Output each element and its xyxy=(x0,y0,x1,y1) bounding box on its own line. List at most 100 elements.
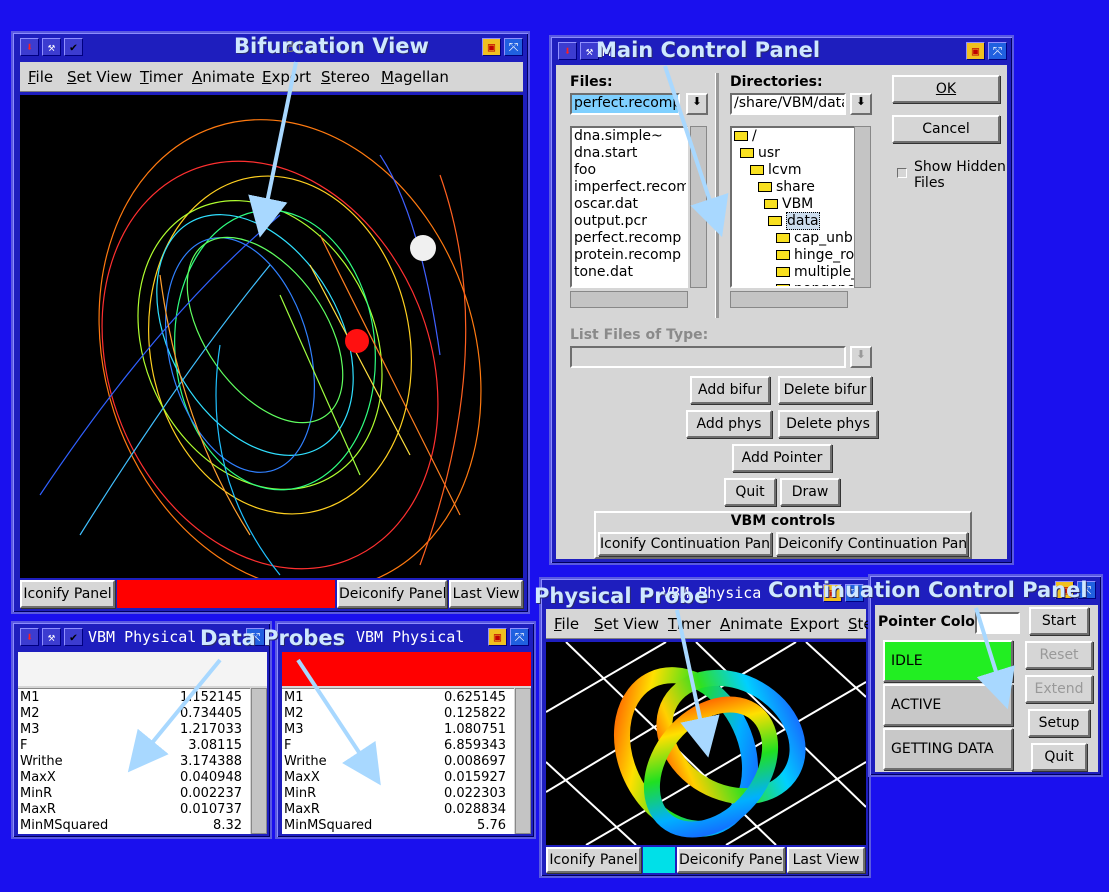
check-icon[interactable]: ✔ xyxy=(64,628,83,646)
check-icon[interactable]: ✔ xyxy=(64,38,83,56)
reset-button[interactable]: Reset xyxy=(1025,641,1093,669)
list-type-select[interactable] xyxy=(570,346,846,368)
pointer-color-swatch[interactable] xyxy=(975,612,1020,634)
probe2-scrollbar[interactable] xyxy=(515,688,531,834)
directories-list[interactable]: / usr lcvm share VBM data cap_unb hinge_… xyxy=(730,126,856,288)
table-row: MinMSquared 8.32 xyxy=(20,818,242,833)
last-view-button[interactable]: Last View xyxy=(787,847,865,873)
list-item[interactable]: oscar.dat xyxy=(572,196,686,213)
add-pointer-button[interactable]: Add Pointer xyxy=(732,444,832,472)
list-item[interactable]: perfect.recomp xyxy=(572,230,686,247)
hammer-icon[interactable]: ⚒ xyxy=(42,628,61,646)
deiconify-panel-button[interactable]: Deiconify Panel xyxy=(677,847,785,873)
list-item[interactable]: multiple_ xyxy=(732,264,854,281)
show-hidden-checkbox[interactable] xyxy=(897,168,907,178)
deiconify-panel-button[interactable]: Deiconify Panel xyxy=(337,580,447,608)
list-item[interactable]: lcvm xyxy=(732,162,854,179)
physical-canvas[interactable] xyxy=(546,642,866,845)
directories-vscrollbar[interactable] xyxy=(854,126,871,288)
probe1-scrollbar[interactable] xyxy=(251,688,267,834)
menu-stereo[interactable]: Stereo xyxy=(321,68,370,86)
idle-state: IDLE xyxy=(883,640,1013,682)
delete-phys-button[interactable]: Delete phys xyxy=(778,410,878,438)
quit-button[interactable]: Quit xyxy=(724,478,776,506)
list-item[interactable]: dna.simple~ xyxy=(572,128,686,145)
folder-icon xyxy=(764,199,778,209)
menu-timer[interactable]: Timer xyxy=(668,615,711,633)
folder-icon xyxy=(758,182,772,192)
directories-input[interactable]: /share/VBM/data xyxy=(730,93,846,115)
list-item[interactable]: VBM xyxy=(732,196,854,213)
window-title: VBM Physical xyxy=(356,628,465,646)
list-item[interactable]: nongene xyxy=(732,281,854,286)
annotation-continuation-control-panel: Continuation Control Panel xyxy=(768,578,1088,602)
menu-file[interactable]: File xyxy=(554,615,579,633)
list-item[interactable]: imperfect.recomp xyxy=(572,179,686,196)
iconify-continuation-button[interactable]: Iconify Continuation Panel xyxy=(598,532,772,556)
list-item[interactable]: protein.recomp xyxy=(572,247,686,264)
list-item[interactable]: share xyxy=(732,179,854,196)
list-item[interactable]: foo xyxy=(572,162,686,179)
list-item[interactable]: / xyxy=(732,128,854,145)
folder-icon xyxy=(776,284,790,286)
directories-hscrollbar[interactable] xyxy=(730,291,848,308)
files-hscrollbar[interactable] xyxy=(570,291,688,308)
list-item[interactable]: dna.start xyxy=(572,145,686,162)
maximize-icon[interactable]: ▣ xyxy=(482,38,501,56)
setup-button[interactable]: Setup xyxy=(1028,709,1090,737)
extend-button[interactable]: Extend xyxy=(1025,675,1093,703)
menu-magellan[interactable]: Magellan xyxy=(381,68,449,86)
cancel-button[interactable]: Cancel xyxy=(892,115,1000,143)
list-type-dropdown-icon[interactable]: ⬇ xyxy=(850,346,872,368)
files-input[interactable]: perfect.recomp xyxy=(570,93,680,115)
physical-menubar: File Set View Timer Animate Export Ster xyxy=(546,609,879,639)
status-bar xyxy=(643,847,675,873)
bifurcation-canvas[interactable] xyxy=(20,95,523,578)
data-probe-window-1: ⬇ ⚒ ✔ VBM Physical ⤧ M1 1.152145 M2 0.7344… xyxy=(11,621,272,839)
resize-icon[interactable]: ⤧ xyxy=(504,38,523,56)
delete-bifur-button[interactable]: Delete bifur xyxy=(778,376,872,404)
list-item[interactable]: data xyxy=(732,212,854,230)
menu-file[interactable]: File xyxy=(28,68,53,86)
menu-timer[interactable]: Timer xyxy=(140,68,183,86)
maximize-icon[interactable]: ▣ xyxy=(966,42,985,60)
menu-animate[interactable]: Animate xyxy=(720,615,783,633)
add-phys-button[interactable]: Add phys xyxy=(686,410,772,438)
maximize-icon[interactable]: ▣ xyxy=(488,628,507,646)
window-menu-icon[interactable]: ⬇ xyxy=(20,628,39,646)
folder-icon xyxy=(776,250,790,260)
menu-export[interactable]: Export xyxy=(262,68,311,86)
files-list[interactable]: dna.simple~ dna.start foo imperfect.reco… xyxy=(570,126,688,288)
window-menu-icon[interactable]: ⬇ xyxy=(558,42,577,60)
ok-button[interactable]: OK xyxy=(892,75,1000,103)
menu-set-view[interactable]: Set View xyxy=(67,68,132,86)
add-bifur-button[interactable]: Add bifur xyxy=(690,376,770,404)
probe2-header xyxy=(282,652,531,686)
resize-icon[interactable]: ⤧ xyxy=(510,628,529,646)
last-view-button[interactable]: Last View xyxy=(449,580,523,608)
table-row: MaxX 0.040948 xyxy=(20,770,242,785)
menu-export[interactable]: Export xyxy=(790,615,839,633)
folder-icon xyxy=(740,148,754,158)
resize-icon[interactable]: ⤧ xyxy=(988,42,1007,60)
list-item[interactable]: output.pcr xyxy=(572,213,686,230)
start-button[interactable]: Start xyxy=(1029,607,1089,635)
iconify-panel-button[interactable]: Iconify Panel xyxy=(20,580,115,608)
pane-divider[interactable] xyxy=(715,73,719,318)
list-item[interactable]: usr xyxy=(732,145,854,162)
list-item[interactable]: tone.dat xyxy=(572,264,686,281)
list-item[interactable]: cap_unb xyxy=(732,230,854,247)
directories-dropdown-icon[interactable]: ⬇ xyxy=(850,93,872,115)
table-row: M1 0.625145 xyxy=(284,690,506,705)
menu-animate[interactable]: Animate xyxy=(192,68,255,86)
hammer-icon[interactable]: ⚒ xyxy=(42,38,61,56)
files-vscrollbar[interactable] xyxy=(690,126,707,288)
files-dropdown-icon[interactable]: ⬇ xyxy=(686,93,708,115)
iconify-panel-button[interactable]: Iconify Panel xyxy=(546,847,641,873)
deiconify-continuation-button[interactable]: Deiconify Continuation Panel xyxy=(776,532,968,556)
window-menu-icon[interactable]: ⬇ xyxy=(20,38,39,56)
draw-button[interactable]: Draw xyxy=(780,478,840,506)
list-item[interactable]: hinge_ro xyxy=(732,247,854,264)
menu-set-view[interactable]: Set View xyxy=(594,615,659,633)
quit-button[interactable]: Quit xyxy=(1031,743,1087,771)
